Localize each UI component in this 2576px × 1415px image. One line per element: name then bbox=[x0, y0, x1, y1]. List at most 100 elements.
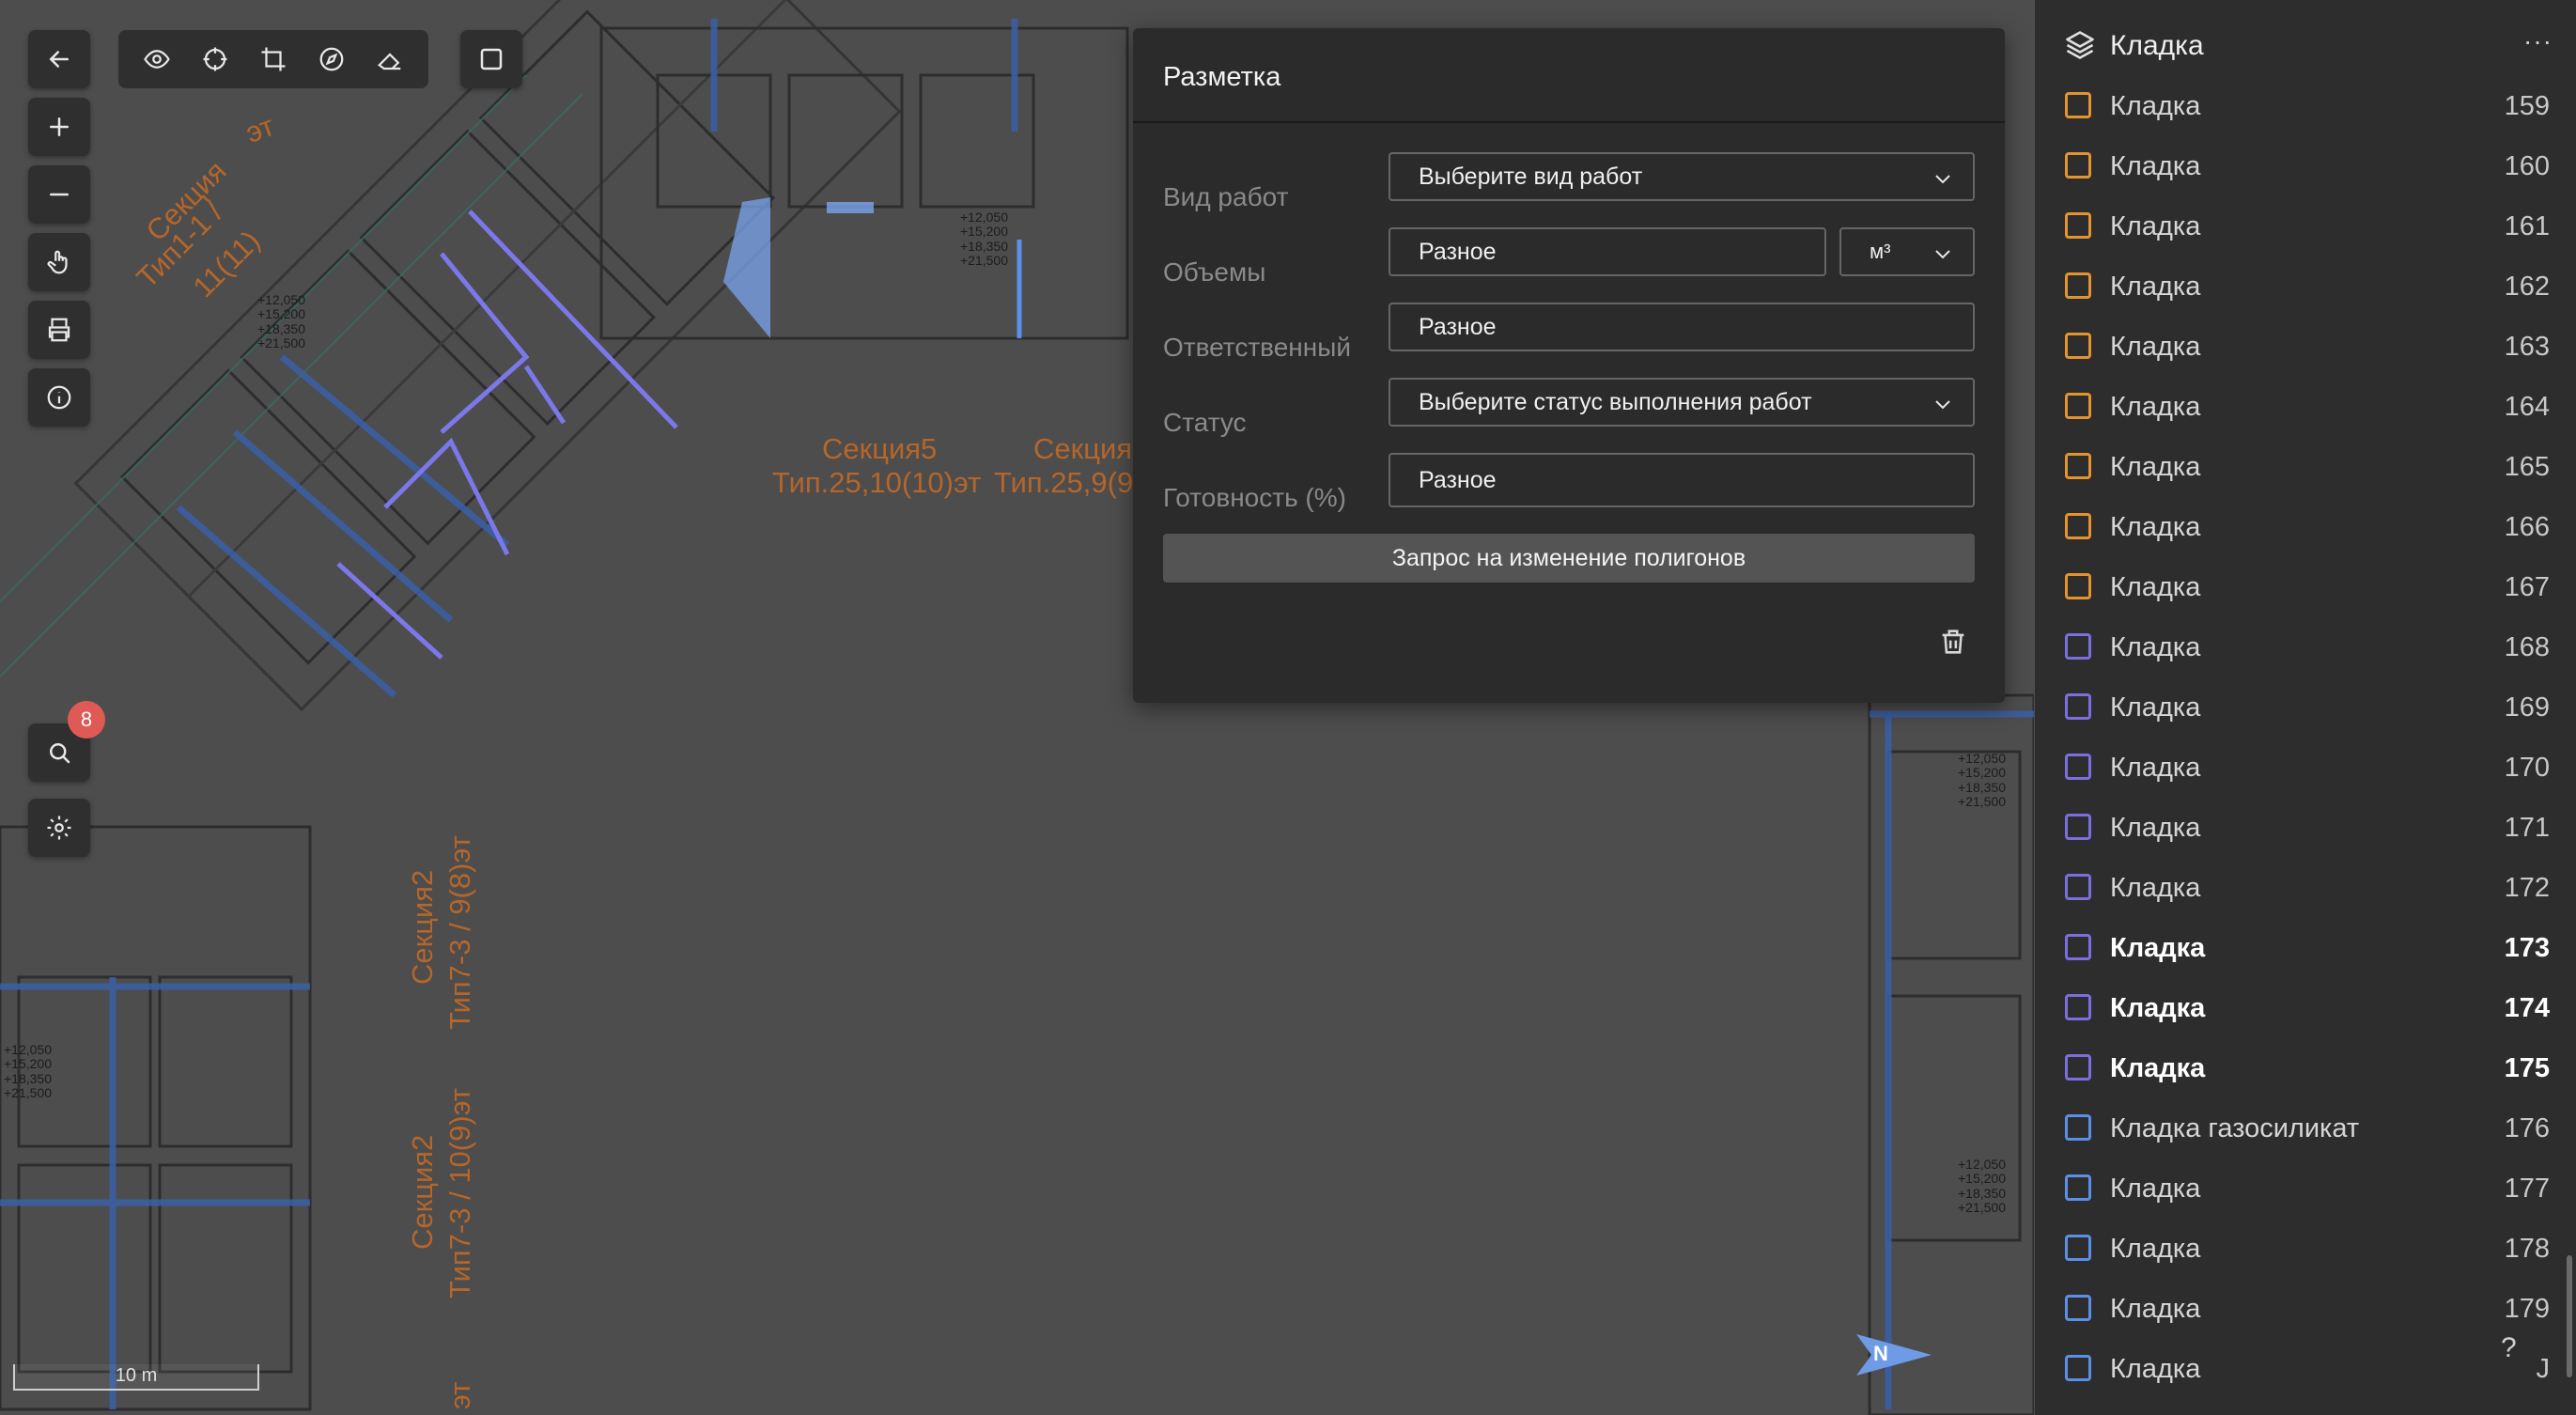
eraser-icon bbox=[378, 53, 401, 70]
layer-checkbox[interactable] bbox=[2065, 1174, 2091, 1201]
layer-list-item[interactable]: Кладка 161 bbox=[2035, 197, 2576, 257]
layer-list-item[interactable]: Кладка 174 bbox=[2035, 979, 2576, 1039]
layer-checkbox[interactable] bbox=[2065, 272, 2091, 299]
layer-checkbox[interactable] bbox=[2065, 1235, 2091, 1261]
north-arrow[interactable]: N bbox=[1853, 1329, 1932, 1379]
layer-checkbox[interactable] bbox=[2065, 573, 2091, 599]
layer-number: 161 bbox=[2504, 211, 2550, 241]
layer-checkbox[interactable] bbox=[2065, 212, 2091, 239]
layer-checkbox[interactable] bbox=[2065, 1355, 2091, 1381]
layer-list-item[interactable]: Кладка 170 bbox=[2035, 739, 2576, 799]
layer-list-item[interactable]: Кладка 166 bbox=[2035, 498, 2576, 558]
request-polygon-change-button[interactable]: Запрос на изменение полигонов bbox=[1163, 534, 1975, 583]
layer-checkbox[interactable] bbox=[2065, 693, 2091, 720]
layer-list-item[interactable]: Кладка 173 bbox=[2035, 919, 2576, 979]
readiness-input[interactable]: Разное bbox=[1389, 453, 1975, 507]
layer-name: Кладка bbox=[2110, 392, 2201, 422]
layer-checkbox[interactable] bbox=[2065, 152, 2091, 179]
layer-list-item[interactable]: Кладка 159 bbox=[2035, 77, 2576, 137]
back-button[interactable] bbox=[28, 30, 90, 88]
layer-list-item[interactable]: Кладка 175 bbox=[2035, 1039, 2576, 1099]
pan-button[interactable] bbox=[28, 233, 90, 291]
search-icon bbox=[50, 743, 70, 764]
dialog-title: Разметка bbox=[1163, 62, 1281, 92]
settings-button[interactable] bbox=[28, 799, 90, 857]
layer-checkbox[interactable] bbox=[2065, 333, 2091, 359]
zoom-out-button[interactable] bbox=[28, 165, 90, 224]
layer-list-item[interactable]: Кладка 165 bbox=[2035, 438, 2576, 498]
chevron-down-icon bbox=[1935, 175, 1950, 184]
layer-checkbox[interactable] bbox=[2065, 934, 2091, 960]
trash-icon[interactable] bbox=[1937, 626, 1969, 658]
crop-button[interactable] bbox=[251, 37, 296, 82]
layer-checkbox[interactable] bbox=[2065, 453, 2091, 479]
layer-list-item[interactable]: Кладка 171 bbox=[2035, 799, 2576, 859]
layer-checkbox[interactable] bbox=[2065, 814, 2091, 840]
map-label: Тип.25,9(9 bbox=[994, 466, 1134, 499]
layer-number: 173 bbox=[2504, 933, 2550, 963]
layer-name: Кладка bbox=[2110, 993, 2206, 1023]
layer-number: 163 bbox=[2504, 332, 2550, 362]
north-label: N bbox=[1873, 1342, 1888, 1365]
info-button[interactable] bbox=[28, 368, 90, 427]
more-menu-button[interactable]: ··· bbox=[2523, 26, 2553, 56]
layer-checkbox[interactable] bbox=[2065, 1295, 2091, 1321]
layer-number: 172 bbox=[2504, 873, 2550, 903]
compass-icon bbox=[319, 47, 344, 71]
layer-list-item[interactable]: Кладка 177 bbox=[2035, 1159, 2576, 1220]
zoom-in-button[interactable] bbox=[28, 98, 90, 156]
visibility-button[interactable] bbox=[134, 37, 179, 82]
layer-name: Кладка bbox=[2110, 1053, 2206, 1083]
layer-name: Кладка bbox=[2110, 1354, 2201, 1384]
compass-button[interactable] bbox=[309, 37, 354, 82]
layer-list-item[interactable]: Кладка 168 bbox=[2035, 618, 2576, 678]
select-mode-button[interactable] bbox=[460, 30, 522, 88]
layer-list-item[interactable]: Кладка 178 bbox=[2035, 1220, 2576, 1280]
layer-list-item[interactable]: Кладка 179 bbox=[2035, 1280, 2576, 1340]
layer-number: 174 bbox=[2504, 993, 2550, 1023]
layer-checkbox[interactable] bbox=[2065, 1114, 2091, 1141]
panel-header: Кладка ··· bbox=[2035, 0, 2576, 86]
elevation-marks: +12,050 +15,200 +18,350 +21,500 bbox=[1958, 1157, 2006, 1216]
map-toolbar bbox=[118, 30, 428, 88]
crop-icon bbox=[261, 47, 286, 71]
layer-list-item[interactable]: Кладка 163 bbox=[2035, 318, 2576, 378]
layer-list-item[interactable]: Кладка 172 bbox=[2035, 859, 2576, 919]
volumes-input[interactable]: Разное bbox=[1389, 227, 1826, 276]
responsible-input[interactable]: Разное bbox=[1389, 303, 1975, 351]
layer-checkbox[interactable] bbox=[2065, 1054, 2091, 1081]
print-button[interactable] bbox=[28, 301, 90, 359]
layer-checkbox[interactable] bbox=[2065, 513, 2091, 539]
layer-number: 171 bbox=[2504, 813, 2550, 843]
layer-list-item[interactable]: Кладка 167 bbox=[2035, 558, 2576, 618]
scrollbar[interactable] bbox=[2567, 1255, 2572, 1377]
layer-list-item[interactable]: Кладка 169 bbox=[2035, 678, 2576, 739]
layer-checkbox[interactable] bbox=[2065, 994, 2091, 1020]
help-button[interactable]: ? bbox=[2501, 1332, 2517, 1364]
map-label: Секция5 bbox=[822, 432, 938, 465]
layer-number: 178 bbox=[2504, 1234, 2550, 1264]
target-button[interactable] bbox=[193, 37, 238, 82]
work-type-select[interactable]: Выберите вид работ bbox=[1389, 152, 1975, 201]
map-label: Секция bbox=[1033, 432, 1133, 465]
layer-checkbox[interactable] bbox=[2065, 92, 2091, 118]
layer-name: Кладка газосиликат bbox=[2110, 1113, 2360, 1143]
status-select[interactable]: Выберите статус выполнения работ bbox=[1389, 378, 1975, 427]
layer-checkbox[interactable] bbox=[2065, 754, 2091, 780]
layer-list-item[interactable]: Кладка газосиликат 176 bbox=[2035, 1099, 2576, 1159]
layer-number: 177 bbox=[2504, 1174, 2550, 1204]
eraser-button[interactable] bbox=[367, 37, 412, 82]
layer-list-item[interactable]: Кладка 160 bbox=[2035, 137, 2576, 197]
layer-checkbox[interactable] bbox=[2065, 874, 2091, 900]
layer-list-item[interactable]: Кладка 162 bbox=[2035, 257, 2576, 318]
layer-list-item[interactable]: Кладка 164 bbox=[2035, 378, 2576, 438]
layer-list-item[interactable]: Кладка J bbox=[2035, 1340, 2576, 1400]
unit-select[interactable]: м³ bbox=[1839, 227, 1975, 276]
layer-checkbox[interactable] bbox=[2065, 393, 2091, 419]
chevron-down-icon bbox=[1935, 400, 1950, 410]
layer-checkbox[interactable] bbox=[2065, 633, 2091, 660]
map-label: эт bbox=[443, 1381, 476, 1409]
scale-label: 10 m bbox=[115, 1365, 158, 1386]
elevation-marks: +12,050 +15,200 +18,350 +21,500 bbox=[4, 1042, 52, 1101]
layer-name: Кладка bbox=[2110, 572, 2201, 602]
